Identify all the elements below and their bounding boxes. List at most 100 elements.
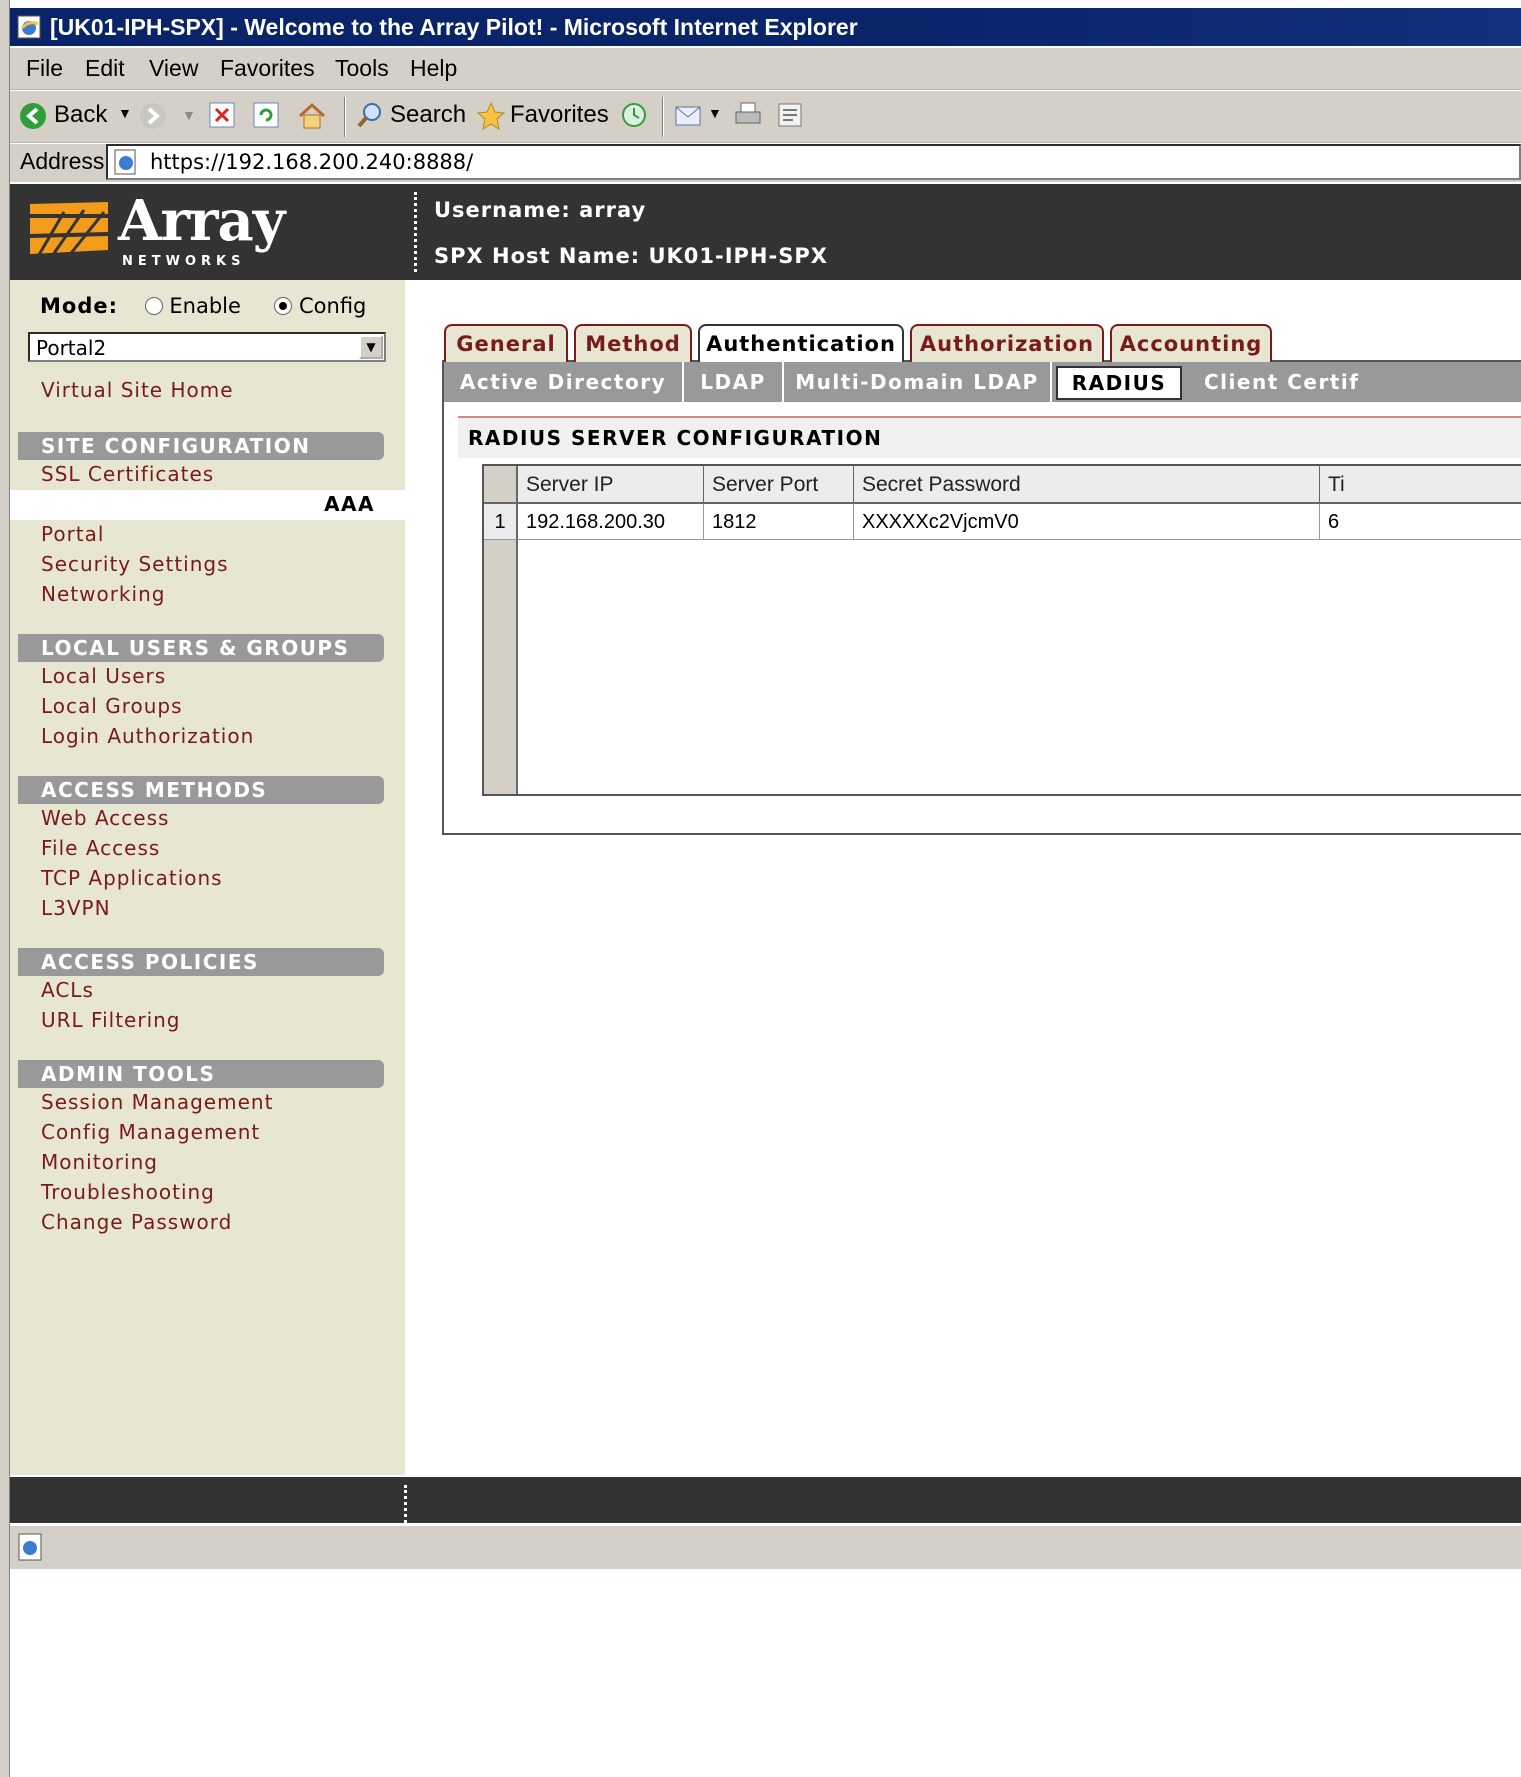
- print-button[interactable]: [734, 101, 764, 133]
- mode-row: Mode: Enable Config: [40, 294, 366, 318]
- sidebar-link-login-authorization[interactable]: Login Authorization: [41, 724, 254, 748]
- secondary-tab-bar: Active Directory LDAP Multi-Domain LDAP …: [444, 362, 1521, 402]
- sidebar: Mode: Enable Config Portal2 ▼ Virtual Si…: [10, 280, 405, 1475]
- sidebar-link-monitoring[interactable]: Monitoring: [41, 1150, 158, 1174]
- portal-select[interactable]: Portal2 ▼: [28, 332, 386, 362]
- menu-bar: File Edit View Favorites Tools Help: [10, 48, 1521, 90]
- search-button[interactable]: Search: [356, 101, 466, 133]
- address-bar: Address https://192.168.200.240:8888/: [10, 144, 1521, 182]
- grid-cell-timeout[interactable]: 6: [1320, 504, 1521, 540]
- sidebar-aaa-label: AAA: [324, 492, 375, 516]
- menu-tools[interactable]: Tools: [335, 55, 389, 82]
- browser-toolbar: Back ▼ ▼ Search Favorites ▼: [10, 91, 1521, 143]
- sidebar-link-file-access[interactable]: File Access: [41, 836, 160, 860]
- mode-label: Mode:: [40, 294, 118, 318]
- mail-button[interactable]: ▼: [674, 101, 724, 133]
- sidebar-link-config-management[interactable]: Config Management: [41, 1120, 260, 1144]
- refresh-icon: [253, 102, 279, 128]
- mode-config-radio[interactable]: [274, 297, 293, 315]
- sidebar-link-security-settings[interactable]: Security Settings: [41, 552, 229, 576]
- ie-page-icon: [114, 149, 136, 175]
- home-icon: [298, 102, 326, 129]
- address-label: Address: [20, 148, 105, 174]
- sidebar-link-change-password[interactable]: Change Password: [41, 1210, 232, 1234]
- tab-client-certificate[interactable]: Client Certif: [1186, 362, 1386, 402]
- tab-active-directory[interactable]: Active Directory: [444, 362, 684, 402]
- sidebar-aaa-row[interactable]: AAA: [10, 490, 405, 520]
- sidebar-section-admin-tools: ADMIN TOOLS: [18, 1060, 384, 1088]
- grid-cell-secret-password[interactable]: XXXXXc2VjcmV0: [854, 504, 1320, 540]
- sidebar-link-portal[interactable]: Portal: [41, 522, 104, 546]
- menu-help[interactable]: Help: [410, 55, 457, 82]
- favorites-button[interactable]: Favorites: [476, 101, 616, 133]
- ie-page-icon: [18, 1533, 42, 1561]
- grid-cell-server-ip[interactable]: 192.168.200.30: [518, 504, 704, 540]
- app-footer: [10, 1477, 1521, 1523]
- array-networks-logo: Array NETWORKS: [24, 188, 285, 272]
- mail-icon: [675, 106, 701, 126]
- menu-file[interactable]: File: [26, 55, 63, 82]
- portal-select-value: Portal2: [36, 336, 107, 360]
- sidebar-link-web-access[interactable]: Web Access: [41, 806, 169, 830]
- menu-favorites[interactable]: Favorites: [220, 55, 315, 82]
- section-title: RADIUS SERVER CONFIGURATION: [458, 416, 1521, 458]
- tab-authorization[interactable]: Authorization: [910, 324, 1104, 364]
- sidebar-link-local-groups[interactable]: Local Groups: [41, 694, 183, 718]
- sidebar-link-acls[interactable]: ACLs: [41, 978, 94, 1002]
- back-button[interactable]: Back ▼: [18, 101, 132, 133]
- radius-server-grid: Server IP Server Port Secret Password Ti…: [482, 464, 1521, 796]
- chevron-down-icon[interactable]: ▼: [359, 335, 383, 359]
- grid-header-server-ip[interactable]: Server IP: [518, 466, 704, 504]
- edit-page-icon: [778, 103, 802, 127]
- sidebar-link-session-management[interactable]: Session Management: [41, 1090, 273, 1114]
- chevron-down-icon[interactable]: ▼: [118, 105, 132, 121]
- sidebar-link-tcp-applications[interactable]: TCP Applications: [41, 866, 223, 890]
- grid-header-server-port[interactable]: Server Port: [704, 466, 854, 504]
- page-bottom-area: [0, 1569, 1521, 1777]
- sidebar-section-access-methods: ACCESS METHODS: [18, 776, 384, 804]
- grid-row-number: 1: [484, 504, 518, 540]
- forward-button[interactable]: [138, 101, 178, 133]
- window-title: [UK01-IPH-SPX] - Welcome to the Array Pi…: [50, 14, 858, 40]
- edit-button[interactable]: [776, 101, 806, 133]
- logo-text: Array: [118, 188, 285, 254]
- star-icon: [476, 101, 506, 131]
- address-input[interactable]: https://192.168.200.240:8888/: [106, 144, 1521, 180]
- tab-accounting[interactable]: Accounting: [1110, 324, 1272, 364]
- home-button[interactable]: [296, 101, 330, 133]
- print-icon: [735, 102, 761, 124]
- tab-radius[interactable]: RADIUS: [1056, 366, 1182, 400]
- sidebar-link-url-filtering[interactable]: URL Filtering: [41, 1008, 181, 1032]
- refresh-button[interactable]: [252, 101, 282, 133]
- stop-button[interactable]: [208, 101, 238, 133]
- toolbar-separator: [662, 97, 664, 137]
- tab-general[interactable]: General: [444, 324, 568, 364]
- sidebar-link-virtual-site-home[interactable]: Virtual Site Home: [41, 378, 234, 402]
- mode-enable-radio[interactable]: [144, 297, 163, 315]
- sidebar-link-networking[interactable]: Networking: [41, 582, 165, 606]
- sidebar-link-ssl-certificates[interactable]: SSL Certificates: [41, 462, 214, 486]
- browser-window: [UK01-IPH-SPX] - Welcome to the Array Pi…: [0, 0, 1521, 1777]
- menu-edit[interactable]: Edit: [85, 55, 125, 82]
- menu-view[interactable]: View: [149, 55, 198, 82]
- header-divider: [414, 192, 417, 272]
- forward-arrow-icon: [140, 103, 166, 129]
- sidebar-link-l3vpn[interactable]: L3VPN: [41, 896, 111, 920]
- tab-multi-domain-ldap[interactable]: Multi-Domain LDAP: [784, 362, 1052, 402]
- sidebar-link-local-users[interactable]: Local Users: [41, 664, 166, 688]
- main-content: General Method Authentication Authorizat…: [406, 280, 1521, 1475]
- tab-authentication[interactable]: Authentication: [698, 324, 904, 366]
- logo-subtext: NETWORKS: [122, 254, 246, 269]
- history-button[interactable]: [620, 101, 650, 133]
- chevron-down-icon[interactable]: ▼: [182, 107, 196, 139]
- grid-cell-server-port[interactable]: 1812: [704, 504, 854, 540]
- search-icon: [357, 103, 381, 128]
- sidebar-link-troubleshooting[interactable]: Troubleshooting: [41, 1180, 215, 1204]
- grid-header-secret-password[interactable]: Secret Password: [854, 466, 1320, 504]
- tab-ldap[interactable]: LDAP: [684, 362, 784, 402]
- mode-enable-label[interactable]: Enable: [169, 294, 241, 318]
- grid-header-timeout[interactable]: Ti: [1320, 466, 1521, 504]
- tab-method[interactable]: Method: [574, 324, 692, 364]
- mode-config-label[interactable]: Config: [299, 294, 366, 318]
- ie-page-icon: [17, 15, 41, 39]
